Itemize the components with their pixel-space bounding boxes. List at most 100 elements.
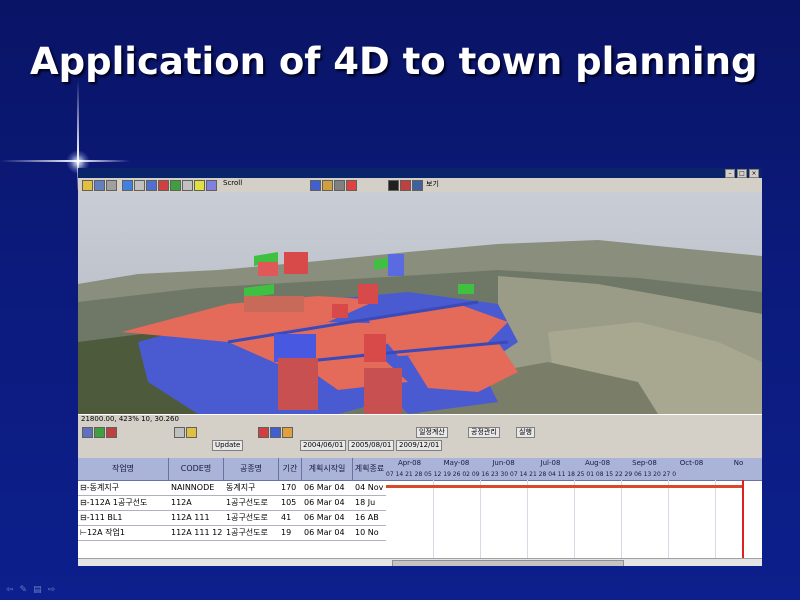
col-header-end[interactable]: 계획종료	[353, 458, 387, 481]
task-code: NAINNODE	[171, 483, 215, 492]
run-button[interactable]: 실행	[516, 427, 535, 438]
schedule-calc-button[interactable]: 일정계산	[416, 427, 448, 438]
paste-icon[interactable]	[186, 427, 197, 438]
delete-icon[interactable]	[106, 427, 117, 438]
main-toolbar: Scroll 보기	[78, 178, 762, 193]
task-code: 112A	[171, 498, 192, 507]
save-icon[interactable]	[94, 180, 105, 191]
month-label: Jun-08	[480, 458, 528, 469]
task-start: 06 Mar 04	[304, 498, 345, 507]
task-duration: 41	[281, 513, 292, 522]
task-type: 동계지구	[226, 483, 256, 492]
table-row[interactable]: ⊟-112A 1공구선도 112A 1공구선도로 105 06 Mar 04 1…	[78, 496, 386, 511]
open-file-icon[interactable]	[82, 180, 93, 191]
zoom-schedule-icon[interactable]	[258, 427, 269, 438]
zoom-out-icon[interactable]	[170, 180, 181, 191]
col-header-code[interactable]: CODE명	[169, 458, 224, 481]
zoom-in-icon[interactable]	[158, 180, 169, 191]
measure-icon[interactable]	[206, 180, 217, 191]
next-arrow-icon[interactable]: ⇨	[48, 585, 56, 595]
task-end: 10 No	[355, 528, 379, 537]
month-label: Aug-08	[574, 458, 622, 469]
pen-icon[interactable]: ✎	[20, 585, 28, 595]
gantt-chart[interactable]: Apr-08 May-08 Jun-08 Jul-08 Aug-08 Sep-0…	[386, 458, 762, 566]
table-row[interactable]: ⊟-111 BL1 112A 111 1공구선도로 41 06 Mar 04 1…	[78, 511, 386, 526]
month-label: Jul-08	[527, 458, 575, 469]
task-name: ⊟-112A 1공구선도	[80, 498, 148, 507]
record-icon[interactable]	[346, 180, 357, 191]
coordinate-readout: 21800.00, 423% 10, 30.260	[81, 415, 179, 423]
date-field-1[interactable]: 2004/06/01	[300, 440, 347, 451]
light-icon[interactable]	[322, 180, 333, 191]
task-start: 06 Mar 04	[304, 528, 345, 537]
date-field-3[interactable]: 2009/12/01	[396, 440, 443, 451]
toolbar-scroll-label: Scroll	[223, 179, 243, 187]
table-row[interactable]: ⊟-동계지구 NAINNODE 동계지구 170 06 Mar 04 04 No…	[78, 481, 386, 496]
month-label: May-08	[433, 458, 481, 469]
menu-icon[interactable]: ▤	[33, 585, 42, 595]
task-type: 1공구선도로	[226, 528, 268, 537]
3d-town-view[interactable]	[78, 192, 762, 414]
month-label: Oct-08	[668, 458, 716, 469]
window-titlebar: – □ ×	[78, 168, 762, 178]
layer-icon[interactable]	[334, 180, 345, 191]
month-label: Sep-08	[621, 458, 669, 469]
task-end: 18 Ju	[355, 498, 376, 507]
filter-icon[interactable]	[270, 427, 281, 438]
month-label: Apr-08	[386, 458, 434, 469]
date-field-2[interactable]: 2005/08/01	[348, 440, 395, 451]
application-screenshot: – □ × Scroll 보기 21800.00, 423% 10, 30.26…	[78, 168, 762, 566]
schedule-panel: Update 2004/06/01 2005/08/01 2009/12/01 …	[78, 424, 762, 566]
display-icon[interactable]	[388, 180, 399, 191]
help-icon[interactable]	[412, 180, 423, 191]
link-icon[interactable]	[94, 427, 105, 438]
task-code: 112A 111 12	[171, 528, 223, 537]
task-end: 16 AB	[355, 513, 379, 522]
col-header-task[interactable]: 작업명	[78, 458, 169, 481]
prev-arrow-icon[interactable]: ⇦	[6, 585, 14, 595]
task-name: ⊢12A 작업1	[80, 528, 125, 537]
slide-title: Application of 4D to town planning	[30, 40, 758, 83]
print-icon[interactable]	[106, 180, 117, 191]
slide-navigation: ⇦ ✎ ▤ ⇨	[6, 585, 55, 595]
update-button[interactable]: Update	[212, 440, 244, 451]
task-duration: 170	[281, 483, 297, 492]
task-type: 1공구선도로	[226, 513, 268, 522]
task-code: 112A 111	[171, 513, 210, 522]
col-header-start[interactable]: 계획시작일	[302, 458, 353, 481]
pan-icon[interactable]	[146, 180, 157, 191]
color-icon[interactable]	[400, 180, 411, 191]
col-header-type[interactable]: 공종명	[224, 458, 279, 481]
close-button[interactable]: ×	[749, 169, 759, 178]
task-duration: 19	[281, 528, 292, 537]
select-icon[interactable]	[194, 180, 205, 191]
manage-button[interactable]: 공정관리	[468, 427, 500, 438]
horizontal-scrollbar[interactable]	[78, 558, 762, 566]
schedule-grid: 작업명 CODE명 공종명 기간 계획시작일 계획종료 ⊟-동계지구 NAINN…	[78, 458, 762, 566]
table-row[interactable]: ⊢12A 작업1 112A 111 12 1공구선도로 19 06 Mar 04…	[78, 526, 386, 541]
current-date-line[interactable]	[742, 480, 744, 566]
month-label: No	[715, 458, 762, 469]
camera-icon[interactable]	[310, 180, 321, 191]
col-header-duration[interactable]: 기간	[279, 458, 302, 481]
toolbar-view-label: 보기	[426, 180, 439, 188]
cut-icon[interactable]	[174, 427, 185, 438]
task-duration: 105	[281, 498, 297, 507]
navigate-icon[interactable]	[122, 180, 133, 191]
task-end: 04 Nov	[355, 483, 384, 492]
minimize-button[interactable]: –	[725, 169, 735, 178]
task-start: 06 Mar 04	[304, 513, 345, 522]
new-task-icon[interactable]	[82, 427, 93, 438]
task-name: ⊟-111 BL1	[80, 513, 123, 522]
rotate-icon[interactable]	[134, 180, 145, 191]
task-bar[interactable]	[386, 485, 742, 488]
task-start: 06 Mar 04	[304, 483, 345, 492]
zoom-extents-icon[interactable]	[182, 180, 193, 191]
task-name: ⊟-동계지구	[80, 483, 120, 492]
chart-icon[interactable]	[282, 427, 293, 438]
maximize-button[interactable]: □	[737, 169, 747, 178]
lens-flare-horizontal	[0, 160, 130, 162]
scrollbar-thumb[interactable]	[392, 560, 624, 566]
task-type: 1공구선도로	[226, 498, 268, 507]
schedule-toolbar: Update 2004/06/01 2005/08/01 2009/12/01 …	[78, 424, 762, 459]
